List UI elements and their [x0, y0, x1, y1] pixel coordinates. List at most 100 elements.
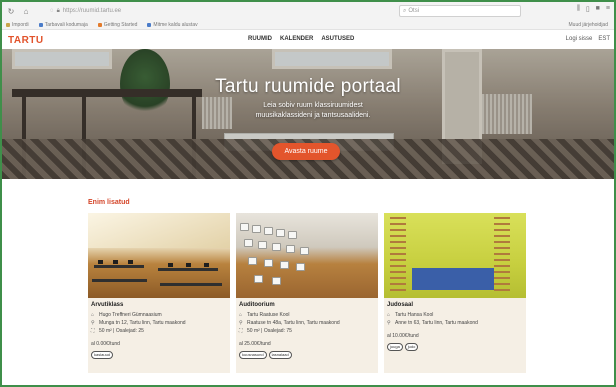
browser-search-input[interactable]: ⌕ Otsi: [399, 5, 521, 17]
monitor-image: [113, 260, 118, 264]
chair-image: [272, 243, 281, 251]
chair-image: [280, 261, 289, 269]
room-photo[interactable]: [236, 213, 378, 298]
chair-image: [244, 239, 253, 247]
room-institution: Hugo Treffneri Gümnaasium: [99, 312, 162, 318]
monitor-image: [128, 260, 133, 264]
building-icon: ⌂: [91, 312, 95, 318]
wall-bars-image: [390, 217, 406, 295]
building-icon: ⌂: [239, 312, 243, 318]
chair-image: [296, 263, 305, 271]
other-bookmarks[interactable]: Muud järjehoidjad: [569, 22, 614, 28]
library-icon[interactable]: ⫼: [577, 5, 580, 13]
desk-image: [160, 283, 222, 286]
room-institution: Tartu Hansa Kool: [395, 312, 434, 318]
hero-title: Tartu ruumide portaal: [215, 76, 401, 97]
lock-icon: 🔒︎: [56, 7, 60, 14]
bookmark-item[interactable]: Impordi: [6, 22, 29, 28]
room-area: 50 m² | Osalejad: 75: [247, 328, 292, 334]
url-text: https://ruumid.tartu.ee: [62, 8, 122, 14]
folder-icon: [6, 22, 10, 27]
search-icon: ⌕: [403, 7, 407, 14]
sidebar-icon[interactable]: ▯: [586, 5, 590, 13]
room-card[interactable]: Judosaal ⌂ Tartu Hansa Kool ⚲ Anne tn 63, …: [384, 213, 526, 373]
search-placeholder: Otsi: [408, 8, 420, 14]
hero-subtitle: Leia sobiv ruum klassiruumidest muusikak…: [255, 102, 371, 119]
nav-item-ruumid[interactable]: RUUMID: [248, 36, 272, 42]
room-card[interactable]: Arvutiklass ⌂ Hugo Treffneri Gümnaasium ⚲…: [88, 213, 230, 373]
room-tag[interactable]: lasnalaad: [268, 351, 292, 359]
chair-image: [300, 247, 309, 255]
nav-item-kalender[interactable]: KALENDER: [280, 36, 313, 42]
room-address: Anne tn 63, Tartu linn, Tartu maakond: [395, 320, 478, 326]
tartu-logo[interactable]: TARTU: [8, 35, 44, 46]
room-address: Munga tn 12, Tartu linn, Tartu maakond: [99, 320, 186, 326]
login-link[interactable]: Logi sisse: [566, 36, 593, 42]
chair-image: [252, 225, 261, 233]
room-institution: Tartu Raatuse Kool: [247, 312, 290, 318]
room-card[interactable]: Auditoorium ⌂ Tartu Raatuse Kool ⚲ Raatuse…: [236, 213, 378, 373]
location-pin-icon: ⚲: [91, 320, 95, 326]
room-price: al 10.00€/tund: [387, 333, 419, 339]
room-name[interactable]: Judosaal: [387, 302, 413, 308]
desk-image: [158, 268, 218, 271]
chair-image: [240, 223, 249, 231]
room-tag[interactable]: judo: [404, 343, 419, 351]
room-photo[interactable]: [88, 213, 230, 298]
section-title: Enim lisatud: [88, 199, 130, 206]
address-bar[interactable]: ◌ 🔒︎ https://ruumid.tartu.ee: [50, 5, 340, 17]
room-tag[interactable]: kaslauud: [91, 351, 114, 359]
room-name[interactable]: Auditoorium: [239, 302, 275, 308]
desk-image: [92, 279, 147, 282]
ceiling-image: [88, 213, 230, 248]
bookmark-item[interactable]: Mitme kaldu alustav: [147, 22, 198, 28]
reload-icon[interactable]: ↻: [5, 5, 17, 17]
site-header: TARTU RUUMID KALENDER ASUTUSED Logi siss…: [2, 31, 614, 49]
room-address: Raatuse tn 48a, Tartu linn, Tartu maakon…: [247, 320, 340, 326]
menu-icon[interactable]: ≡: [606, 5, 610, 13]
monitor-image: [204, 263, 209, 267]
chair-image: [258, 241, 267, 249]
monitor-image: [186, 263, 191, 267]
room-photo[interactable]: [384, 213, 526, 298]
area-icon: ⛶: [91, 328, 95, 334]
explore-rooms-button[interactable]: Avasta ruume: [272, 143, 340, 160]
wall-bars-image: [494, 217, 510, 295]
language-switch[interactable]: EST: [598, 36, 610, 42]
area-icon: ⛶: [239, 328, 243, 334]
location-pin-icon: ⚲: [387, 320, 391, 326]
chair-image: [286, 245, 295, 253]
room-price: al 25.00€/tund: [239, 341, 271, 347]
chair-image: [254, 275, 263, 283]
monitor-image: [168, 263, 173, 267]
shield-icon: ◌: [50, 8, 54, 14]
bookmark-item[interactable]: Tarbavali kodumaja: [38, 22, 88, 28]
home-icon[interactable]: ⌂: [20, 5, 32, 17]
bookmark-item[interactable]: Getting Started: [97, 22, 137, 28]
extensions-icon[interactable]: ■: [596, 5, 600, 13]
room-tag[interactable]: juuga: [387, 343, 403, 351]
desk-image: [94, 265, 144, 268]
bookmark-icon: [38, 22, 43, 27]
chair-image: [276, 229, 285, 237]
hero-banner: Tartu ruumide portaal Leia sobiv ruum kl…: [2, 49, 614, 179]
building-icon: ⌂: [387, 312, 391, 318]
mat-image: [412, 268, 494, 290]
bookmarks-bar: Impordi Tarbavali kodumaja Getting Start…: [2, 20, 614, 30]
chair-image: [288, 231, 297, 239]
browser-toolbar: ↻ ⌂ ◌ 🔒︎ https://ruumid.tartu.ee ⌕ Otsi …: [2, 2, 614, 20]
firefox-icon: [97, 22, 102, 27]
chair-image: [264, 227, 273, 235]
room-tag[interactable]: kuusnasund: [239, 351, 267, 359]
room-price: al 0.00€/tund: [91, 341, 120, 347]
chair-image: [248, 257, 257, 265]
main-nav: RUUMID KALENDER ASUTUSED: [248, 36, 354, 42]
location-pin-icon: ⚲: [239, 320, 243, 326]
nav-item-asutused[interactable]: ASUTUSED: [321, 36, 354, 42]
bookmark-icon: [147, 22, 152, 27]
monitor-image: [98, 260, 103, 264]
room-area: 50 m² | Osalejad: 25: [99, 328, 144, 334]
room-name[interactable]: Arvutiklass: [91, 302, 123, 308]
chair-image: [272, 277, 281, 285]
chair-image: [264, 259, 273, 267]
